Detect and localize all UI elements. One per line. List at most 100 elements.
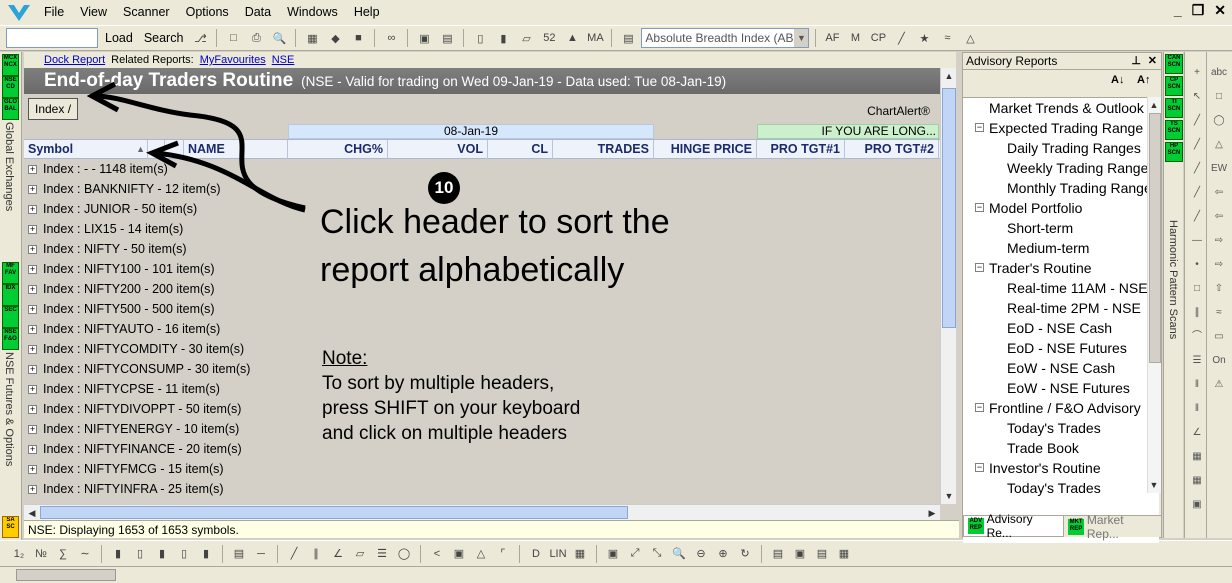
menu-scanner[interactable]: Scanner: [115, 0, 178, 25]
expand-icon[interactable]: +: [28, 425, 37, 435]
pointer-icon[interactable]: ↖: [1188, 88, 1206, 106]
column-header-vol[interactable]: VOL: [388, 140, 488, 159]
minimize-icon[interactable]: _: [1174, 2, 1182, 19]
advisory-scrollbar[interactable]: ▲ ▼: [1147, 97, 1161, 493]
menu-windows[interactable]: Windows: [279, 0, 346, 25]
mcx-ncx-button[interactable]: MCX NCX: [2, 54, 19, 76]
crosshair-icon[interactable]: +: [1188, 64, 1206, 82]
cam-pivot-icon[interactable]: CP: [868, 28, 888, 48]
tree-item[interactable]: Short-term: [963, 218, 1159, 238]
tree-item[interactable]: EoW - NSE Futures: [963, 378, 1159, 398]
bar-tool-3-icon[interactable]: ▮: [153, 544, 171, 564]
histogram-icon[interactable]: ▲: [562, 28, 582, 48]
tree-item[interactable]: − Expected Trading Range: [963, 118, 1159, 138]
collapse-icon[interactable]: −: [975, 403, 984, 412]
triangle-icon[interactable]: △: [1210, 136, 1228, 154]
expand-icon[interactable]: +: [28, 265, 37, 275]
link-icon[interactable]: ∞: [381, 28, 401, 48]
pin-icon[interactable]: ⊥: [1131, 53, 1141, 70]
expand-icon[interactable]: +: [28, 225, 37, 235]
indicator-icon[interactable]: ◆: [325, 28, 345, 48]
tree-item[interactable]: Daily Trading Ranges: [963, 138, 1159, 158]
tree-item[interactable]: − Model Portfolio: [963, 198, 1159, 218]
arrow-left-2-icon[interactable]: ⇦: [1210, 208, 1228, 226]
tree-item[interactable]: Real-time 11AM - NSE: [963, 278, 1159, 298]
moving-average-icon[interactable]: MA: [585, 28, 605, 48]
ellipse-icon[interactable]: ◯: [1210, 112, 1228, 130]
chevron-down-icon[interactable]: ▼: [794, 29, 809, 47]
calculator-icon[interactable]: ▤: [437, 28, 457, 48]
trend-lines-icon[interactable]: ╱: [891, 28, 911, 48]
ew-sym-icon[interactable]: EW: [1210, 160, 1228, 178]
tree-item[interactable]: Market Trends & Outlook: [963, 98, 1159, 118]
zoom-fit-icon[interactable]: ▣: [604, 544, 622, 564]
load-button[interactable]: Load: [101, 28, 137, 48]
bar-tool-4-icon[interactable]: ▯: [175, 544, 193, 564]
grid-tool-icon[interactable]: ▦: [571, 544, 589, 564]
horizontal-line-icon[interactable]: —: [1188, 232, 1206, 250]
breadth-chart-icon[interactable]: ▤: [618, 28, 638, 48]
channel-tool-icon[interactable]: ∥: [307, 544, 325, 564]
arc-icon[interactable]: ⌒: [1188, 328, 1206, 346]
copy-icon[interactable]: ▤: [769, 544, 787, 564]
capture-icon[interactable]: ▣: [414, 28, 434, 48]
scroll-left-icon[interactable]: ◀: [24, 505, 40, 520]
scroll-up-icon[interactable]: ▲: [941, 68, 956, 84]
idx-button[interactable]: IDX: [2, 284, 19, 306]
column-header-trades[interactable]: TRADES: [553, 140, 654, 159]
volume-chart-icon[interactable]: ▱: [516, 28, 536, 48]
alert-icon[interactable]: ⚠: [1210, 376, 1228, 394]
restore-icon[interactable]: ❐: [1192, 2, 1205, 19]
channel-icon[interactable]: ∥: [1188, 304, 1206, 322]
scroll-down-icon[interactable]: ▼: [941, 488, 956, 504]
sort-ascending-icon[interactable]: A↓: [1111, 74, 1124, 86]
rectangle-icon[interactable]: □: [1210, 88, 1228, 106]
expand-icon[interactable]: +: [28, 405, 37, 415]
harmonic-pattern-scans-label[interactable]: Harmonic Pattern Scans: [1167, 220, 1179, 339]
abc-text-icon[interactable]: abc: [1210, 64, 1228, 82]
grid-icon[interactable]: ▦: [1188, 448, 1206, 466]
menu-data[interactable]: Data: [237, 0, 279, 25]
column-header-cl[interactable]: CL: [488, 140, 553, 159]
collapse-icon[interactable]: −: [975, 263, 984, 272]
save-icon[interactable]: □: [223, 28, 243, 48]
fibonacci-icon[interactable]: 1₂: [10, 544, 28, 564]
lin-tool-icon[interactable]: LIN: [549, 544, 567, 564]
mf-fav-button[interactable]: MF FAV: [2, 262, 19, 284]
marker-tool-icon[interactable]: ▣: [450, 544, 468, 564]
favourite-star-icon[interactable]: ★: [914, 28, 934, 48]
table-row[interactable]: + Index : - - 1148 item(s): [24, 159, 956, 179]
expand-icon[interactable]: +: [28, 305, 37, 315]
tree-item[interactable]: Weekly Trading Ranges: [963, 158, 1159, 178]
nse-futures-options-label[interactable]: NSE Futures & Options: [3, 352, 15, 466]
expand-icon[interactable]: +: [28, 445, 37, 455]
column-header-blank-2[interactable]: [165, 140, 184, 159]
table-row[interactable]: + Index : NIFTY500 - 500 item(s): [24, 299, 956, 319]
chart-icon[interactable]: ▦: [302, 28, 322, 48]
angle-tool-icon[interactable]: <: [428, 544, 446, 564]
hlines-icon[interactable]: ☰: [1188, 352, 1206, 370]
trend-tool-icon[interactable]: ╱: [285, 544, 303, 564]
report-horizontal-scrollbar[interactable]: ◀ ▶: [24, 504, 940, 520]
cycle-tool-icon[interactable]: ☰: [373, 544, 391, 564]
rectangle-tool-icon[interactable]: □: [1188, 280, 1206, 298]
collapse-icon[interactable]: −: [975, 203, 984, 212]
expand-icon[interactable]: +: [28, 245, 37, 255]
close-icon[interactable]: ✕: [1214, 2, 1226, 19]
tree-item[interactable]: EoD - NSE Futures: [963, 338, 1159, 358]
zoom-out-icon[interactable]: ⊖: [692, 544, 710, 564]
table-row[interactable]: + Index : NIFTYINFRA - 25 item(s): [24, 479, 956, 499]
expand-icon[interactable]: +: [28, 465, 37, 475]
expand-icon[interactable]: +: [28, 345, 37, 355]
paste-icon[interactable]: ▣: [791, 544, 809, 564]
column-header-blank-1[interactable]: [148, 140, 165, 159]
bar-chart-icon[interactable]: ▯: [470, 28, 490, 48]
arrow-right-2-icon[interactable]: ⇨: [1210, 256, 1228, 274]
expand-icon[interactable]: +: [28, 485, 37, 495]
my-favourites-link[interactable]: MyFavourites: [200, 54, 266, 66]
grid-2-icon[interactable]: ▦: [1188, 472, 1206, 490]
table-row[interactable]: + Index : NIFTYAUTO - 16 item(s): [24, 319, 956, 339]
expand-icon[interactable]: +: [28, 285, 37, 295]
bar-tool-2-icon[interactable]: ▯: [131, 544, 149, 564]
column-header-chg[interactable]: CHG%: [288, 140, 388, 159]
